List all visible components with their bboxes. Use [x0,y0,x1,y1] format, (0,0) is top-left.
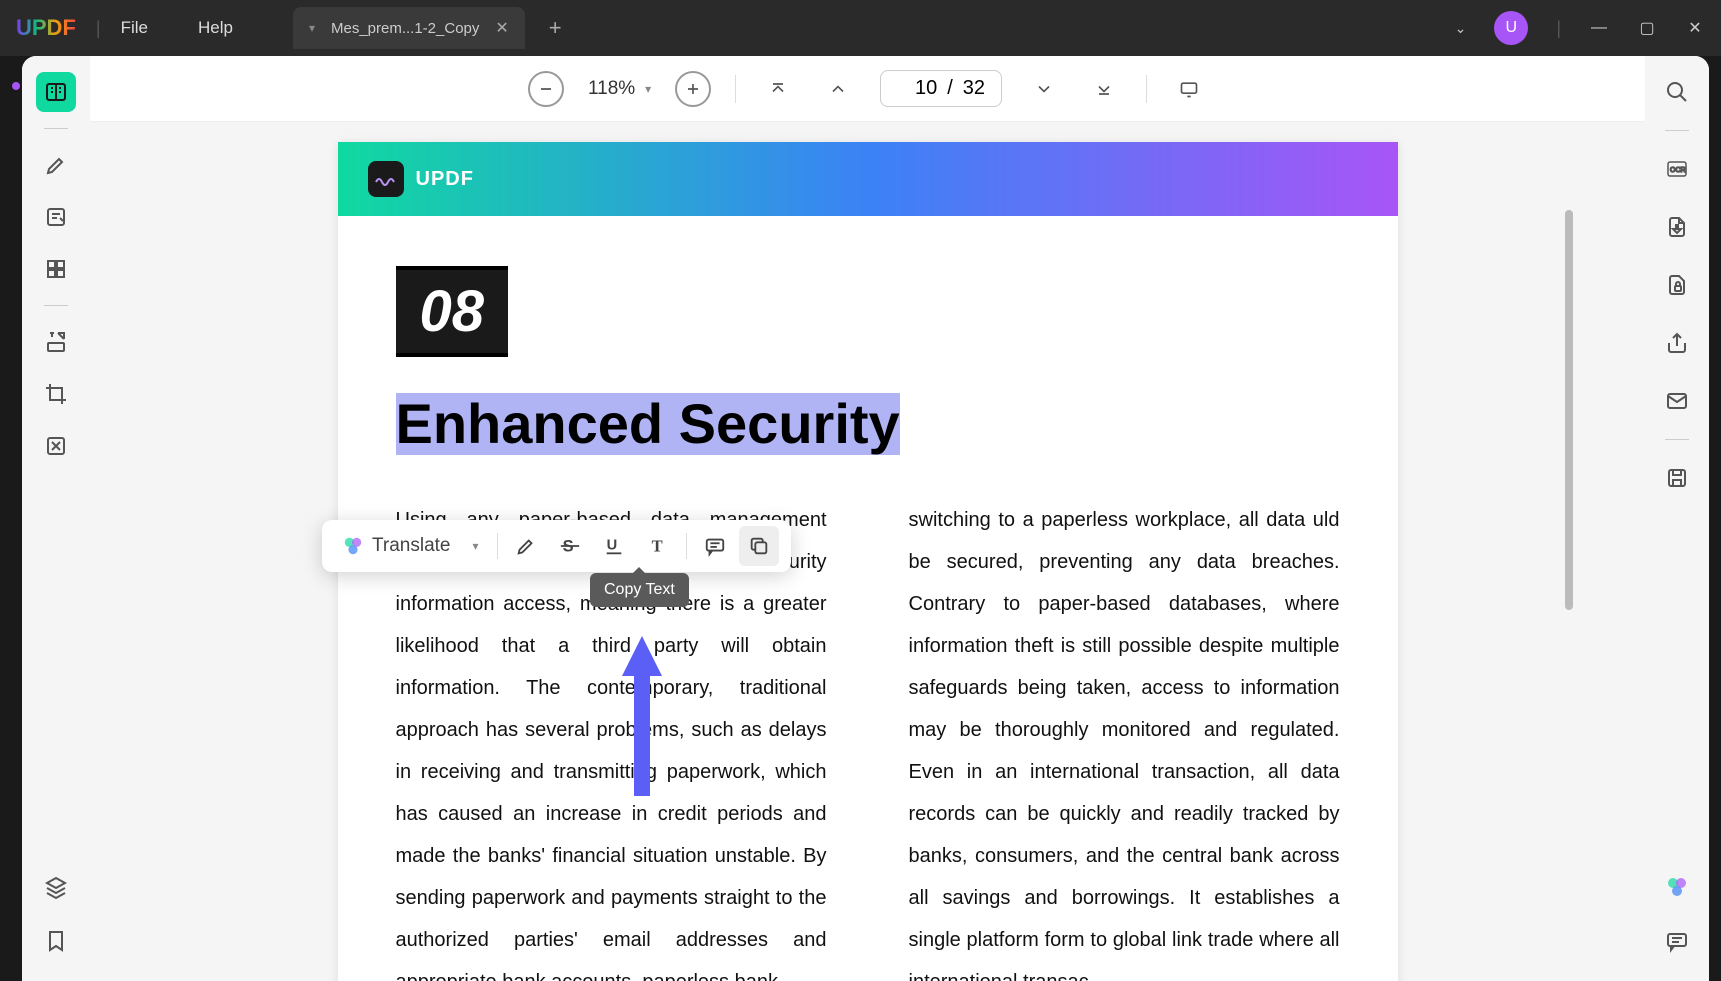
search-button[interactable] [1657,72,1697,112]
titlebar-right: ⌄ U | — ▢ ✕ [1455,11,1705,45]
zoom-dropdown-icon[interactable]: ▾ [645,82,651,96]
titlebar: UPDF | File Help ▾ Mes_prem...1-2_Copy ✕… [0,0,1721,56]
share-button[interactable] [1657,323,1697,363]
last-page-button[interactable] [1086,71,1122,107]
sidebar-divider [1665,130,1689,131]
svg-text:U: U [606,538,617,554]
reader-mode-button[interactable] [36,72,76,112]
column-right[interactable]: switching to a paperless workplace, all … [909,499,1340,981]
zoom-out-button[interactable] [528,71,564,107]
toolbar-divider [735,75,736,103]
ai-assistant-button[interactable] [1657,867,1697,907]
edit-text-button[interactable] [36,197,76,237]
copy-text-button[interactable] [739,526,779,566]
copy-text-tooltip: Copy Text [590,573,689,607]
ctx-divider [686,533,687,559]
prev-page-button[interactable] [820,71,856,107]
strikethrough-button[interactable]: S [550,526,590,566]
section-number: 08 [396,270,509,353]
sidebar-divider [44,128,68,129]
page-sep: / [947,77,953,100]
page-banner: UPDF [338,142,1398,216]
next-page-button[interactable] [1026,71,1062,107]
content-area: 118% ▾ / 32 UPDF [90,56,1645,981]
svg-text:OCR: OCR [1670,167,1686,174]
indicator-dot [12,82,20,90]
sidebar-divider [1665,439,1689,440]
tab-bar: ▾ Mes_prem...1-2_Copy ✕ + [293,7,562,49]
page-total: 32 [963,77,985,100]
titlebar-divider: | [96,18,101,39]
toolbar-divider [1146,75,1147,103]
comment-button[interactable] [695,526,735,566]
tools-button[interactable] [36,322,76,362]
right-sidebar: OCR [1645,56,1709,981]
user-avatar[interactable]: U [1494,11,1528,45]
tab-dropdown-icon[interactable]: ▾ [309,21,315,35]
tab-add-icon[interactable]: + [549,15,562,41]
annotation-arrow-icon [612,626,672,806]
feedback-button[interactable] [1657,921,1697,961]
document-tab[interactable]: ▾ Mes_prem...1-2_Copy ✕ [293,7,525,49]
page-current-field[interactable] [897,77,937,100]
vertical-scrollbar[interactable] [1565,210,1573,610]
titlebar-chevron-icon[interactable]: ⌄ [1455,20,1467,37]
zoom-in-button[interactable] [675,71,711,107]
section-number-box: 08 [396,266,509,357]
translate-dropdown-icon[interactable]: ▾ [473,539,479,553]
page-body: 08 Enhanced Security Using any paper-bas… [338,216,1398,981]
translate-logo-icon [342,535,364,557]
top-toolbar: 118% ▾ / 32 [90,56,1645,122]
email-button[interactable] [1657,381,1697,421]
titlebar-divider: | [1556,18,1561,39]
save-button[interactable] [1657,458,1697,498]
zoom-level[interactable]: 118% ▾ [588,78,651,100]
section-title[interactable]: Enhanced Security [396,393,900,455]
layers-button[interactable] [36,867,76,907]
banner-text: UPDF [416,168,474,191]
underline-button[interactable]: U [594,526,634,566]
text-button[interactable]: T [638,526,678,566]
sidebar-divider [44,305,68,306]
page-input[interactable]: / 32 [880,70,1002,107]
zoom-value: 118% [588,78,635,100]
tab-close-icon[interactable]: ✕ [495,18,508,38]
first-page-button[interactable] [760,71,796,107]
window-minimize-icon[interactable]: — [1589,19,1609,37]
app-logo: UPDF [16,15,76,41]
left-sidebar [22,56,90,981]
menu-file[interactable]: File [121,18,148,38]
crop-button[interactable] [36,374,76,414]
main-container: 118% ▾ / 32 UPDF [22,56,1709,981]
protect-button[interactable] [1657,265,1697,305]
window-maximize-icon[interactable]: ▢ [1637,18,1657,38]
translate-button[interactable]: Translate [334,531,459,561]
ctx-divider [497,533,498,559]
svg-text:T: T [651,537,662,556]
banner-logo-icon [368,161,404,197]
window-close-icon[interactable]: ✕ [1685,18,1705,38]
presentation-button[interactable] [1171,71,1207,107]
compress-button[interactable] [36,426,76,466]
bookmark-button[interactable] [36,921,76,961]
ocr-button[interactable]: OCR [1657,149,1697,189]
highlighter-button[interactable] [36,145,76,185]
page-organize-button[interactable] [36,249,76,289]
export-button[interactable] [1657,207,1697,247]
highlight-button[interactable] [506,526,546,566]
document-viewer[interactable]: UPDF 08 Enhanced Security Using any pape… [90,122,1645,981]
translate-label: Translate [372,535,451,557]
tab-label: Mes_prem...1-2_Copy [331,20,479,37]
menu-help[interactable]: Help [198,18,233,38]
selection-context-toolbar: Translate ▾ S U T [322,520,791,572]
